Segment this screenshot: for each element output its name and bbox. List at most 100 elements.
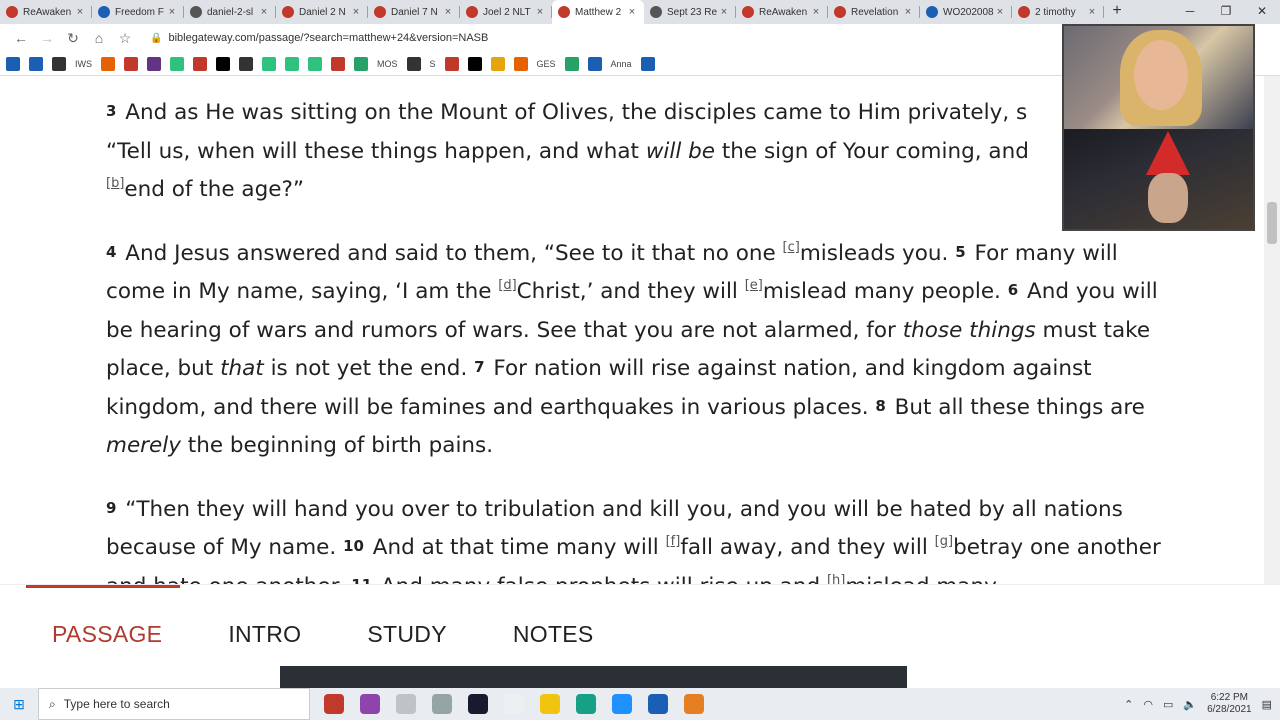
tab-close-icon[interactable]: × xyxy=(258,6,270,18)
browser-tab[interactable]: Sept 23 Re × xyxy=(644,0,736,24)
bookmark-favicon-icon[interactable] xyxy=(193,56,207,71)
biblegateway-icon xyxy=(558,6,570,18)
taskbar-app-icon[interactable] xyxy=(504,694,524,714)
taskbar-app-icon[interactable] xyxy=(468,694,488,714)
bookmark-star-button[interactable]: ☆ xyxy=(112,30,138,47)
bookmark-favicon-icon[interactable] xyxy=(331,56,345,71)
bookmark-favicon-icon[interactable] xyxy=(239,56,253,71)
bookmark-favicon-icon[interactable] xyxy=(101,56,115,71)
bookmark-label[interactable]: S xyxy=(430,59,436,69)
taskbar-app-icon[interactable] xyxy=(612,694,632,714)
footnote-link[interactable]: [b] xyxy=(106,176,124,191)
clock-date: 6/28/2021 xyxy=(1207,704,1252,715)
tab-notes[interactable]: NOTES xyxy=(513,621,594,648)
bookmark-favicon-icon[interactable] xyxy=(285,56,299,71)
battery-icon[interactable]: ▭ xyxy=(1163,698,1173,711)
reload-button[interactable]: ↻ xyxy=(60,30,86,47)
browser-tab[interactable]: Joel 2 NLT × xyxy=(460,0,552,24)
tray-overflow-icon[interactable]: ⌃ xyxy=(1124,698,1133,711)
tab-close-icon[interactable]: × xyxy=(994,6,1006,18)
close-window-button[interactable]: ✕ xyxy=(1244,0,1280,24)
r-icon xyxy=(6,6,18,18)
browser-tab[interactable]: 2 timothy × xyxy=(1012,0,1104,24)
footnote-link[interactable]: [e] xyxy=(745,278,763,293)
verse-text: mislead many people. xyxy=(762,279,1001,304)
tab-passage[interactable]: PASSAGE xyxy=(52,621,162,648)
forward-button[interactable]: → xyxy=(34,30,60,46)
footnote-link[interactable]: [h] xyxy=(827,573,845,585)
footnote-link[interactable]: [c] xyxy=(783,240,800,255)
tab-close-icon[interactable]: × xyxy=(74,6,86,18)
bookmark-label[interactable]: Anna xyxy=(611,59,632,69)
bookmark-label[interactable]: MOS xyxy=(377,59,398,69)
browser-tab[interactable]: ReAwaken × xyxy=(0,0,92,24)
tab-close-icon[interactable]: × xyxy=(166,6,178,18)
taskbar-search[interactable]: ⌕ Type here to search xyxy=(38,688,310,720)
bookmark-favicon-icon[interactable] xyxy=(587,56,602,71)
bookmark-favicon-icon[interactable] xyxy=(640,56,655,71)
footnote-link[interactable]: [g] xyxy=(935,534,953,549)
start-button[interactable]: ⊞ xyxy=(0,688,38,720)
bookmark-favicon-icon[interactable] xyxy=(262,56,276,71)
verse-paragraph: 4 And Jesus answered and said to them, “… xyxy=(106,235,1176,466)
tab-close-icon[interactable]: × xyxy=(902,6,914,18)
tab-close-icon[interactable]: × xyxy=(810,6,822,18)
taskbar-app-icon[interactable] xyxy=(684,694,704,714)
taskbar-app-icon[interactable] xyxy=(324,694,344,714)
page-scrollbar[interactable] xyxy=(1264,76,1280,584)
wifi-icon[interactable]: ◠ xyxy=(1143,698,1153,711)
tab-close-icon[interactable]: × xyxy=(718,6,730,18)
volume-icon[interactable]: 🔈 xyxy=(1183,698,1197,711)
bookmark-favicon-icon[interactable] xyxy=(6,56,20,71)
minimize-button[interactable]: ─ xyxy=(1172,0,1208,24)
footnote-link[interactable]: [d] xyxy=(498,278,516,293)
taskbar-app-icon[interactable] xyxy=(648,694,668,714)
browser-tab[interactable]: daniel-2-sl × xyxy=(184,0,276,24)
notifications-icon[interactable]: ▤ xyxy=(1262,698,1272,711)
new-tab-button[interactable]: + xyxy=(1104,0,1130,24)
bookmark-favicon-icon[interactable] xyxy=(467,56,482,71)
bookmark-favicon-icon[interactable] xyxy=(216,56,230,71)
bookmark-label[interactable]: GES xyxy=(537,59,556,69)
maximize-button[interactable]: ❐ xyxy=(1208,0,1244,24)
window-controls: ─ ❐ ✕ xyxy=(1172,0,1280,24)
bookmark-label[interactable]: IWS xyxy=(75,59,92,69)
tab-study[interactable]: STUDY xyxy=(367,621,446,648)
taskbar-app-icon[interactable] xyxy=(396,694,416,714)
tab-close-icon[interactable]: × xyxy=(534,6,546,18)
taskbar-app-icon[interactable] xyxy=(360,694,380,714)
tab-close-icon[interactable]: × xyxy=(442,6,454,18)
browser-tab[interactable]: WO202008 × xyxy=(920,0,1012,24)
scrollbar-thumb[interactable] xyxy=(1267,201,1277,244)
bookmark-favicon-icon[interactable] xyxy=(406,56,421,71)
taskbar-app-icon[interactable] xyxy=(576,694,596,714)
bookmark-favicon-icon[interactable] xyxy=(124,56,138,71)
tab-close-icon[interactable]: × xyxy=(350,6,362,18)
bookmark-favicon-icon[interactable] xyxy=(170,56,184,71)
footnote-link[interactable]: [f] xyxy=(666,534,681,549)
bookmark-favicon-icon[interactable] xyxy=(147,56,161,71)
tab-intro[interactable]: INTRO xyxy=(228,621,301,648)
browser-tab[interactable]: Freedom F × xyxy=(92,0,184,24)
bookmark-favicon-icon[interactable] xyxy=(513,56,528,71)
browser-tab[interactable]: Daniel 7 N × xyxy=(368,0,460,24)
back-button[interactable]: ← xyxy=(8,30,34,46)
bookmark-favicon-icon[interactable] xyxy=(308,56,322,71)
browser-tab[interactable]: Revelation × xyxy=(828,0,920,24)
bookmark-favicon-icon[interactable] xyxy=(29,56,43,71)
browser-tab[interactable]: ReAwaken × xyxy=(736,0,828,24)
tab-close-icon[interactable]: × xyxy=(626,6,638,18)
browser-tab[interactable]: Matthew 2 × xyxy=(552,0,644,24)
bookmark-favicon-icon[interactable] xyxy=(354,56,368,71)
bookmark-favicon-icon[interactable] xyxy=(564,56,579,71)
tab-close-icon[interactable]: × xyxy=(1086,6,1098,18)
clock[interactable]: 6:22 PM 6/28/2021 xyxy=(1207,692,1252,716)
home-button[interactable]: ⌂ xyxy=(86,30,112,46)
bookmark-favicon-icon[interactable] xyxy=(444,56,459,71)
bookmark-favicon-icon[interactable] xyxy=(490,56,505,71)
bookmark-favicon-icon[interactable] xyxy=(52,56,66,71)
audio-player-bar[interactable] xyxy=(280,666,907,690)
taskbar-app-icon[interactable] xyxy=(540,694,560,714)
browser-tab[interactable]: Daniel 2 N × xyxy=(276,0,368,24)
taskbar-app-icon[interactable] xyxy=(432,694,452,714)
